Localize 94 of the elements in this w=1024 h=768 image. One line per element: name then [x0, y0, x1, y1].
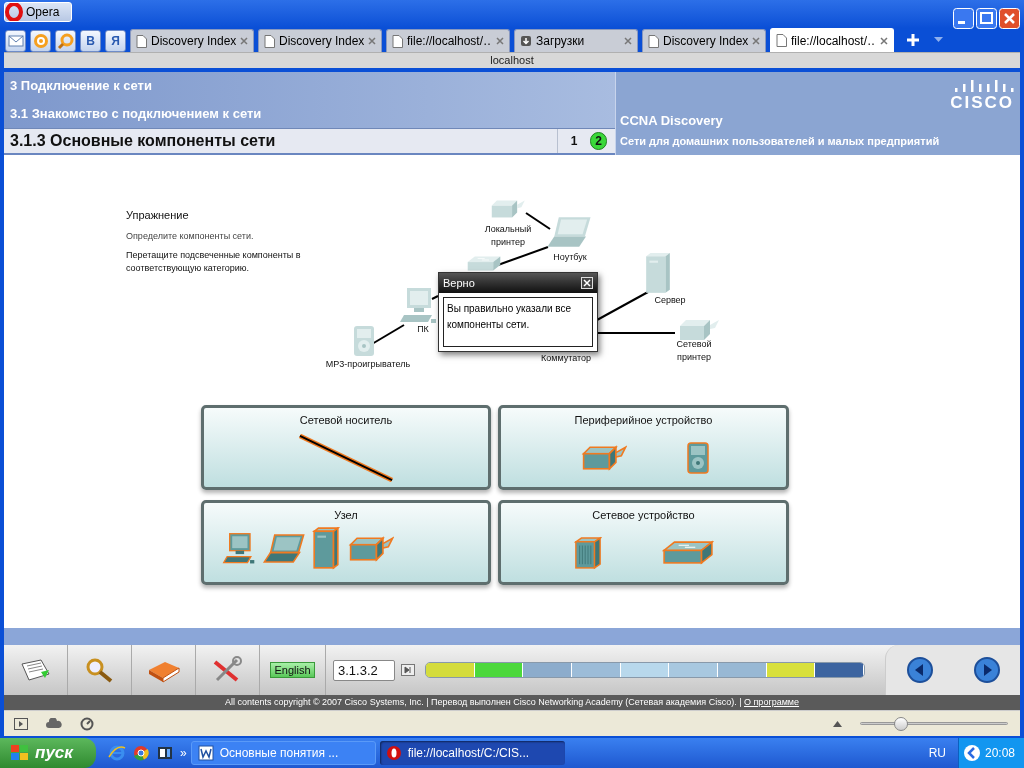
- browser-tab[interactable]: Discovery Index: [642, 29, 766, 52]
- logo-bars-icon: [954, 78, 1014, 92]
- connector-line: [596, 291, 649, 321]
- opera-logo-icon: [385, 745, 402, 761]
- browser-e-icon[interactable]: [108, 744, 126, 762]
- browser-tab[interactable]: Загрузки: [514, 29, 638, 52]
- mail-icon[interactable]: [6, 32, 25, 50]
- exercise-heading: Упражнение: [126, 208, 190, 223]
- progress-segment[interactable]: [815, 663, 864, 677]
- opera-logo-icon: [5, 3, 23, 21]
- at-sign-icon[interactable]: [31, 32, 50, 50]
- cloud-icon[interactable]: [46, 718, 62, 729]
- device-label: Локальный принтер: [483, 223, 533, 249]
- close-icon[interactable]: [880, 36, 888, 45]
- dropdown-icon[interactable]: [934, 37, 943, 43]
- chrome-icon[interactable]: [132, 744, 150, 762]
- server-icon: [312, 527, 340, 571]
- switch-icon: [661, 540, 714, 566]
- notes-icon[interactable]: [18, 656, 53, 684]
- maximize-icon[interactable]: [976, 8, 997, 29]
- minimize-icon[interactable]: [953, 8, 974, 29]
- media-player-icon: [353, 325, 375, 357]
- panel-icon[interactable]: [14, 717, 28, 730]
- device-label: Сервер: [654, 294, 686, 307]
- computer-icon: [398, 286, 438, 326]
- bookmark-button[interactable]: В: [80, 30, 101, 52]
- page-number-field[interactable]: 3.1.3.2: [333, 659, 395, 681]
- bookmark-button[interactable]: Я: [105, 30, 126, 52]
- course-title: CCNA Discovery: [620, 112, 724, 130]
- expand-icon[interactable]: [833, 720, 842, 727]
- taskbar-button[interactable]: Основные понятия ...: [190, 741, 376, 765]
- browser-tab[interactable]: Discovery Index: [258, 29, 382, 52]
- back-icon[interactable]: [905, 656, 934, 684]
- page-icon: [776, 34, 787, 47]
- category-title: Сетевой носитель: [299, 413, 393, 428]
- category-title: Сетевое устройство: [592, 508, 695, 523]
- browser-tab[interactable]: file://localhost/…: [770, 28, 894, 52]
- section-title: 3.1 Знакомство с подключением к сети: [10, 105, 262, 124]
- overflow-chevron[interactable]: »: [180, 744, 187, 762]
- chapter-title: 3 Подключение к сети: [10, 77, 152, 96]
- windows-logo-icon: [10, 744, 30, 762]
- media-player-icon: [686, 441, 709, 474]
- laptop-icon: [545, 215, 593, 249]
- page-icon: [264, 34, 275, 48]
- page-icon: [648, 34, 659, 48]
- logo-text: CISCO: [950, 94, 1014, 111]
- skip-icon[interactable]: [401, 664, 415, 676]
- dialog-title: Верно: [443, 275, 475, 291]
- zoom-slider[interactable]: [860, 716, 1008, 731]
- device-label: ПК: [417, 323, 429, 336]
- media-icon[interactable]: [156, 744, 174, 762]
- about-link[interactable]: О программе: [744, 697, 800, 707]
- chevron-left-icon[interactable]: [963, 744, 981, 762]
- language-indicator[interactable]: RU: [928, 744, 946, 762]
- browser-tab[interactable]: file://localhost/…: [386, 29, 510, 52]
- task-text: Определите компоненты сети.: [126, 229, 255, 243]
- laptop-icon: [262, 533, 306, 565]
- browser-tab[interactable]: Discovery Index: [130, 29, 254, 52]
- slider-thumb[interactable]: [894, 716, 909, 731]
- device-label: Коммутатор: [540, 352, 592, 365]
- device-label: Сетевой принтер: [675, 338, 713, 364]
- page-button[interactable]: 2: [590, 132, 607, 150]
- menu-button[interactable]: Opera: [4, 2, 73, 22]
- language-button[interactable]: English: [270, 662, 315, 678]
- document-icon: [197, 745, 214, 761]
- page-icon: [392, 34, 403, 48]
- device-label: Ноутбук: [553, 251, 587, 264]
- printer-icon: [346, 534, 394, 563]
- page-address: localhost: [490, 55, 534, 66]
- page-icon: [136, 34, 147, 48]
- server-icon: [644, 252, 672, 295]
- connector-line: [497, 246, 549, 266]
- category-title: Узел: [334, 508, 358, 523]
- download-icon: [520, 35, 532, 47]
- clock: 20:08: [985, 745, 1016, 762]
- speedometer-icon[interactable]: [80, 716, 94, 731]
- search-icon[interactable]: [56, 32, 75, 50]
- dialog-message: Вы правильно указали все компоненты сети.: [447, 302, 573, 332]
- progress-segment[interactable]: [474, 663, 524, 677]
- course-subtitle: Сети для домашних пользователей и малых предприятий: [620, 133, 941, 149]
- taskbar-button[interactable]: file://localhost/C:/CIS...: [379, 741, 565, 765]
- copyright-text: All contents copyright © 2007 Cisco Systems, Inc. | Перевод выполнен Cisco Networking Academy (Сетевая академия Cisco). | О программе: [224, 698, 800, 707]
- category-title: Периферийное устройство: [574, 413, 713, 428]
- topic-title: 3.1.3 Основные компоненты сети: [10, 131, 276, 151]
- computer-icon: [222, 531, 256, 566]
- rack-device-icon: [573, 535, 602, 570]
- instruction-text: Перетащите подсвеченные компоненты в соответствующую категорию.: [126, 249, 302, 275]
- connector-line: [371, 324, 405, 345]
- plus-icon[interactable]: [906, 33, 920, 47]
- forward-icon[interactable]: [972, 656, 1001, 684]
- page-button[interactable]: 1: [566, 132, 583, 150]
- connector-line: [431, 295, 439, 300]
- cable-icon: [298, 433, 394, 482]
- device-label: MP3-проигрыватель: [325, 358, 411, 371]
